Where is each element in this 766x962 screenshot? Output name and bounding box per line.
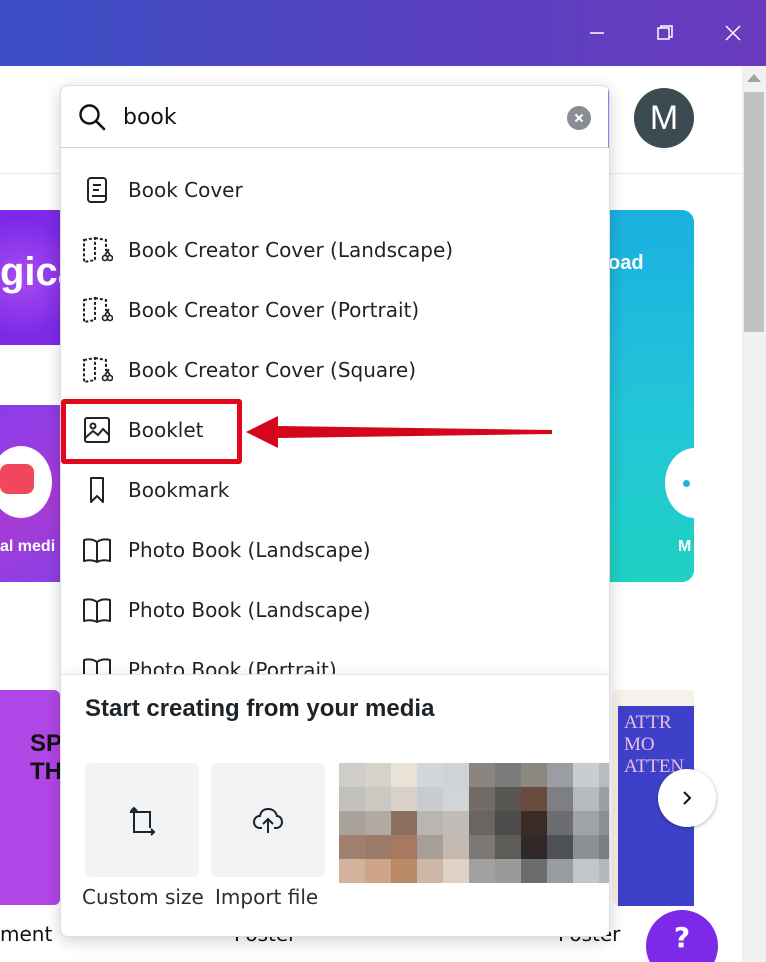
open-book-icon [81,594,113,626]
social-media-label: al medi [0,538,56,555]
close-icon[interactable] [718,18,748,48]
heart-icon [0,464,34,494]
search-dropdown: Book Cover Book Creator Cover (Landscape… [60,85,610,937]
window-titlebar [0,0,766,66]
bookmark-icon [81,474,113,506]
custom-size-button[interactable] [85,763,199,877]
minimize-icon[interactable] [582,18,612,48]
search-result-label: Book Creator Cover (Landscape) [128,238,454,262]
poster-thumbnail[interactable] [0,690,60,905]
search-result-item[interactable]: Photo Book (Landscape) [61,582,609,638]
recent-media-thumbnail[interactable] [339,763,609,883]
book-creator-icon [81,294,114,326]
book-creator-icon [81,354,114,386]
category-label: M [678,538,692,555]
avatar[interactable]: M [634,88,694,148]
book-creator-icon [81,234,114,266]
search-result-label: Book Creator Cover (Square) [128,358,417,382]
help-button[interactable]: ? [646,910,718,962]
template-label: ment [0,922,53,946]
carousel-next-button[interactable] [658,769,716,827]
search-result-label: Book Creator Cover (Portrait) [128,298,420,322]
page-scrollbar[interactable] [742,66,766,962]
category-circle[interactable] [665,448,725,518]
search-icon [79,104,106,131]
search-bar[interactable] [61,86,609,148]
search-result-item[interactable]: Book Creator Cover (Landscape) [61,222,609,278]
custom-size-label: Custom size [82,885,204,909]
cloud-upload-icon [252,807,284,833]
open-book-icon [81,534,113,566]
search-input[interactable] [123,98,563,136]
search-result-item[interactable]: Book Creator Cover (Portrait) [61,282,609,338]
search-result-item[interactable]: Bookmark [61,462,609,518]
resize-icon [130,806,156,836]
search-result-item[interactable]: Book Creator Cover (Square) [61,342,609,398]
scroll-thumb[interactable] [744,92,764,332]
import-file-label: Import file [215,885,319,909]
media-section: Start creating from your media Custom si… [61,674,609,936]
clear-search-button[interactable] [567,106,591,130]
import-file-button[interactable] [211,763,325,877]
restore-icon[interactable] [650,18,680,48]
chevron-right-icon [683,791,692,805]
book-cover-icon [81,174,113,206]
search-result-label: Bookmark [128,478,230,502]
scroll-up-icon[interactable] [747,74,761,82]
search-result-item[interactable]: Book Cover [61,162,609,218]
search-result-label: Photo Book (Landscape) [128,538,371,562]
media-section-title: Start creating from your media [85,695,435,722]
poster-thumbnail-text: ATTR MO ATTEN [624,712,685,777]
category-dot-icon [683,480,690,487]
search-result-item[interactable]: Photo Book (Landscape) [61,522,609,578]
upload-card-text: oad [608,252,644,274]
red-arrow-annotation [246,416,552,448]
close-icon [574,113,584,123]
search-result-label: Book Cover [128,178,243,202]
highlight-annotation-box [61,399,242,464]
search-result-label: Photo Book (Landscape) [128,598,371,622]
